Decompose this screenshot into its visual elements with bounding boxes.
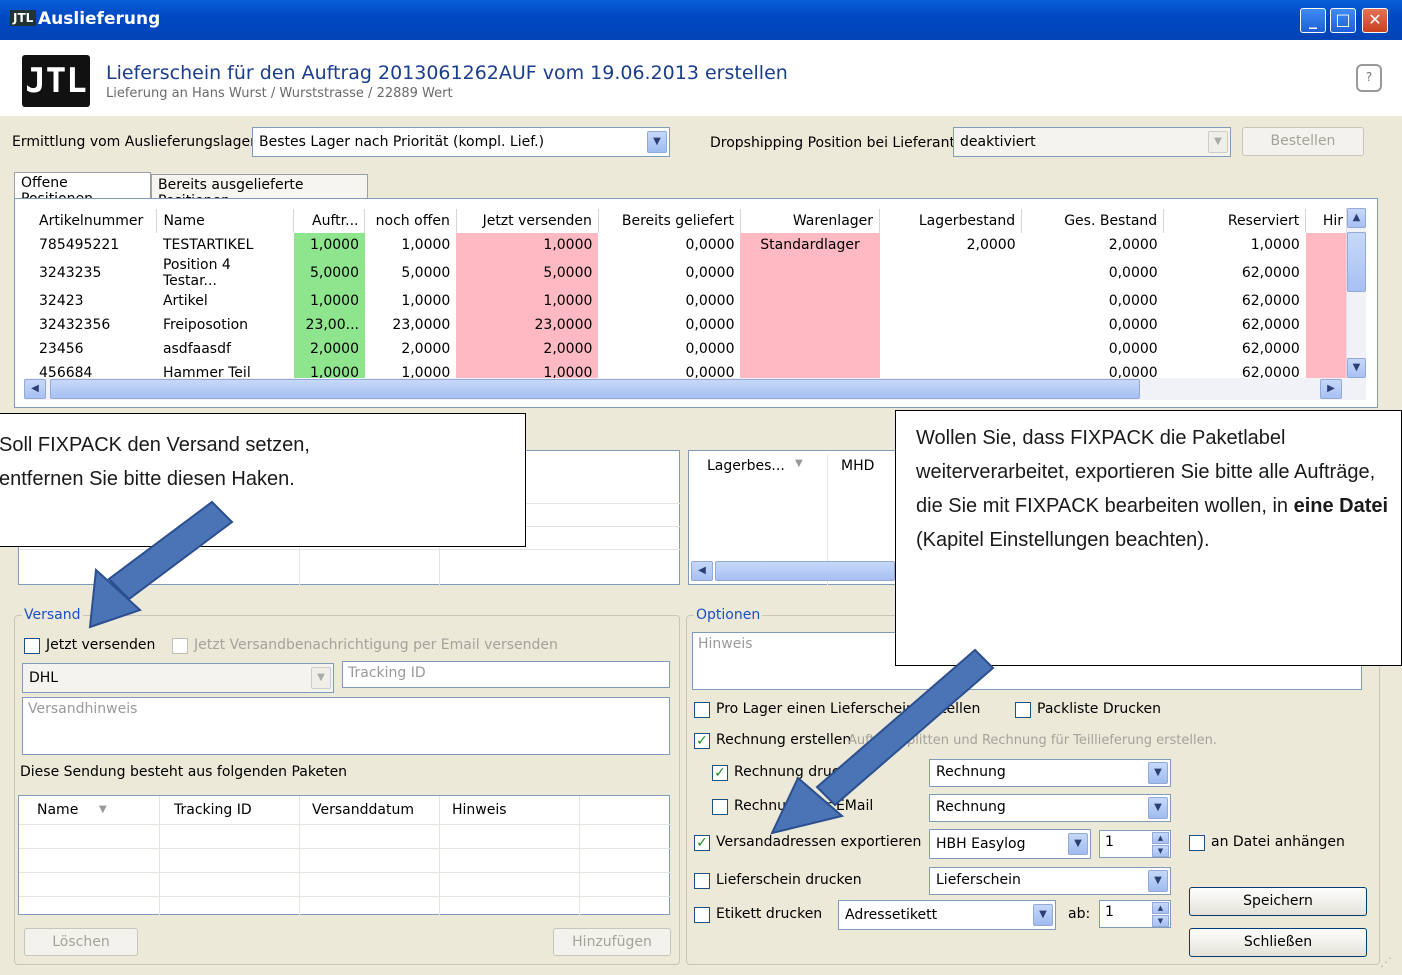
annotation-arrows [88, 500, 995, 835]
right-arrow-icon [770, 648, 995, 835]
left-arrow-icon [88, 500, 234, 629]
